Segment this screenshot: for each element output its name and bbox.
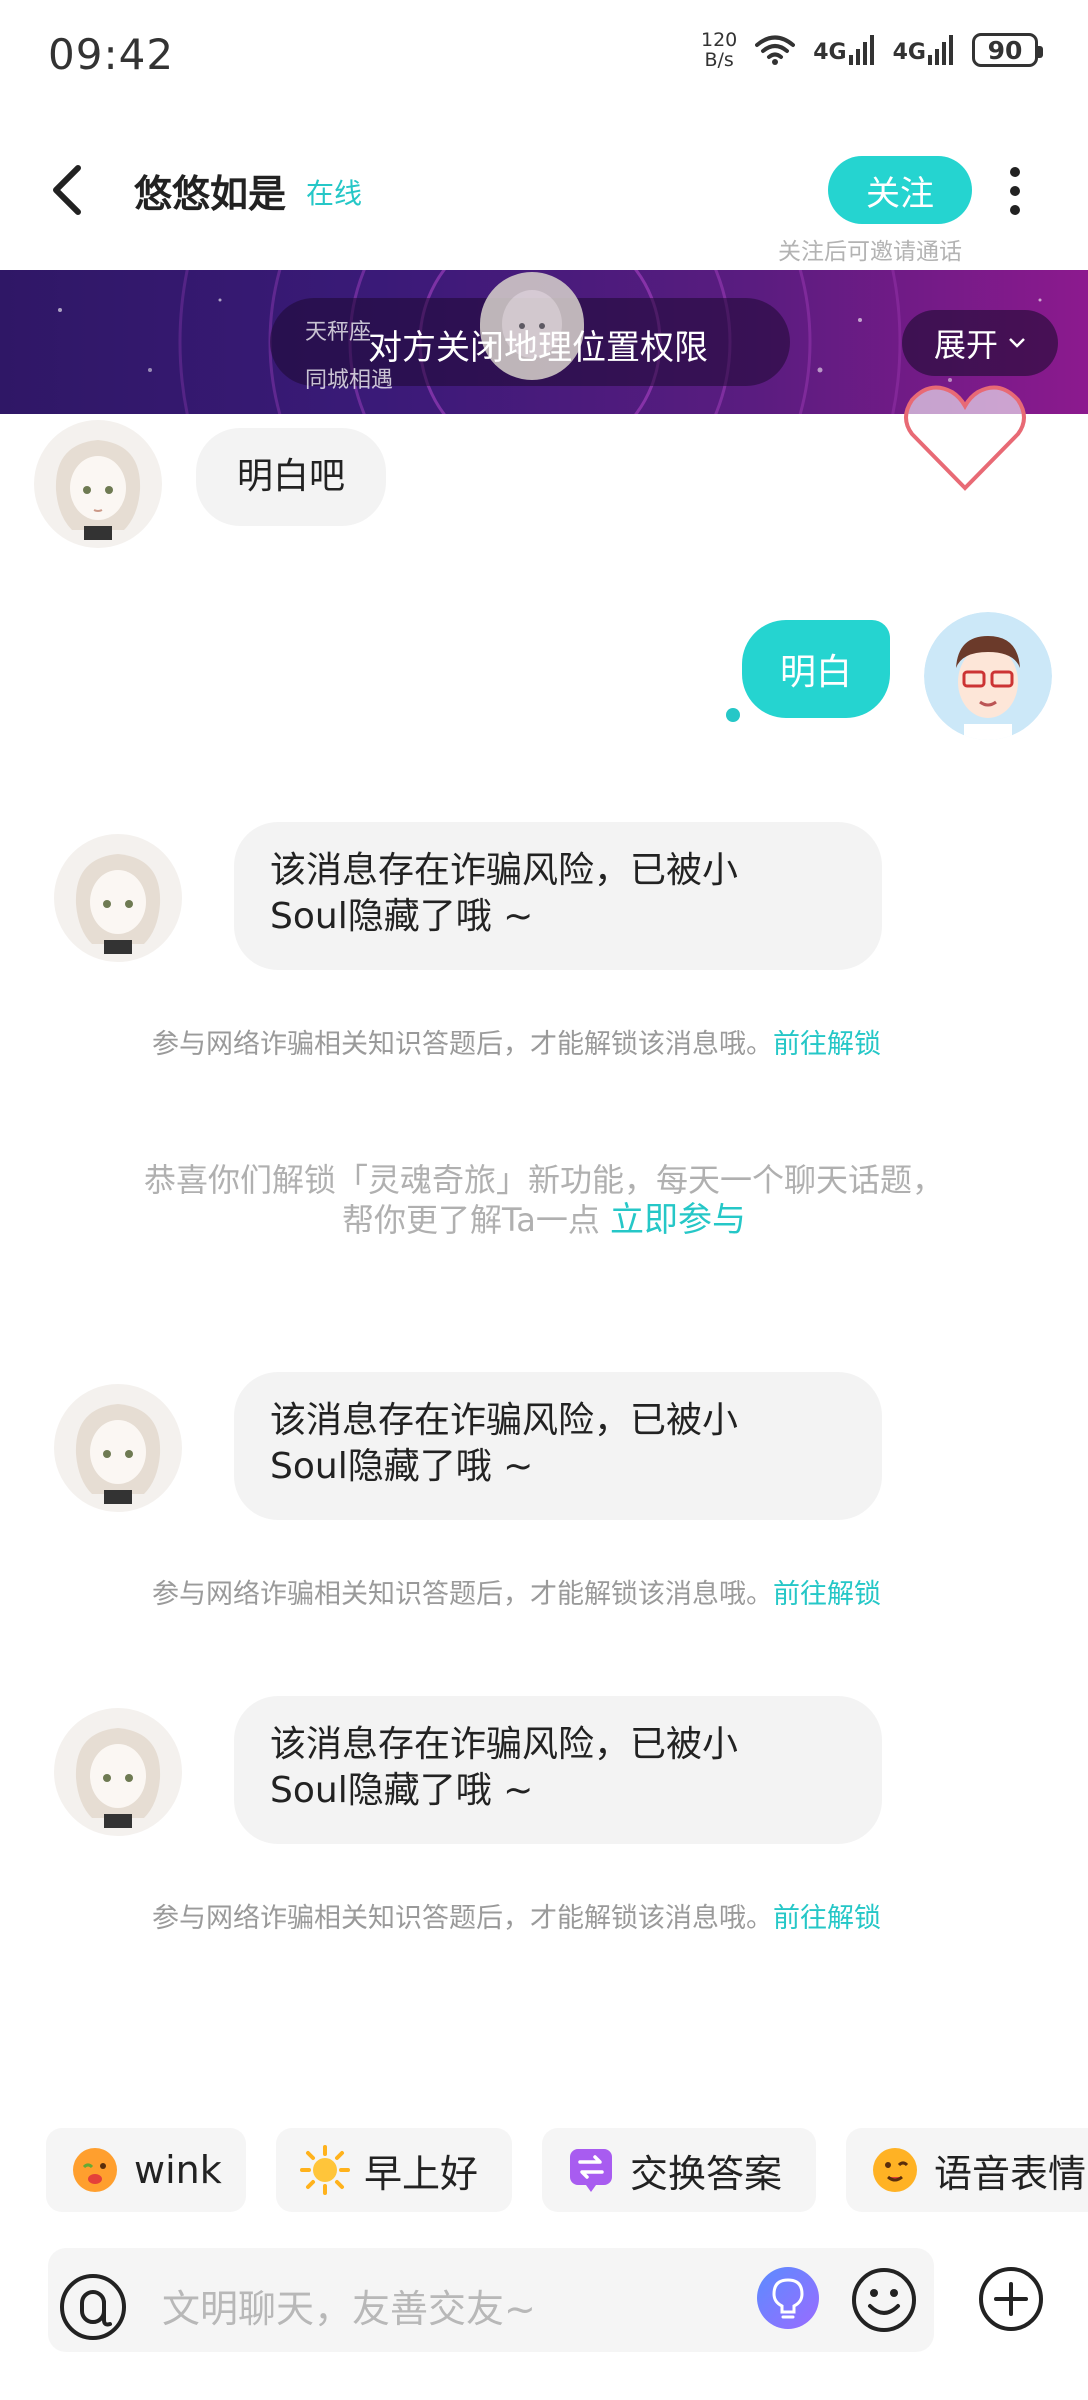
- unlock-link[interactable]: 前往解锁: [773, 1903, 881, 1934]
- battery-indicator: 90: [972, 33, 1043, 67]
- hidden-message-bubble[interactable]: 该消息存在诈骗风险，已被小 Soul隐藏了哦 ~: [234, 1696, 882, 1844]
- wink-emoji-icon: [73, 2148, 117, 2192]
- follow-hint: 关注后可邀请通话: [778, 239, 962, 265]
- read-status-dot: [726, 708, 740, 722]
- exchange-icon: [570, 2149, 612, 2192]
- wifi-icon: [755, 35, 796, 65]
- at-mention-icon[interactable]: [58, 2272, 128, 2342]
- hidden-message-line2: Soul隐藏了哦 ~: [270, 896, 534, 937]
- contact-avatar[interactable]: [54, 834, 182, 962]
- contact-avatar[interactable]: [54, 1708, 182, 1836]
- emoji-icon[interactable]: [850, 2266, 918, 2334]
- hidden-message-line1: 该消息存在诈骗风险，已被小: [270, 1724, 739, 1765]
- ai-assistant-icon[interactable]: [756, 2266, 820, 2330]
- voice-emoji-icon: [873, 2148, 917, 2192]
- sun-icon: [300, 2145, 350, 2195]
- contact-avatar[interactable]: [34, 420, 162, 548]
- expand-label: 展开: [933, 326, 998, 364]
- more-options-icon[interactable]: [1000, 164, 1030, 218]
- signal-1: 4G: [813, 35, 874, 65]
- message-bubble[interactable]: 明白吧: [196, 428, 386, 526]
- expand-button[interactable]: 展开: [902, 310, 1058, 376]
- hidden-message-bubble[interactable]: 该消息存在诈骗风险，已被小 Soul隐藏了哦 ~: [234, 822, 882, 970]
- fraud-note: 参与网络诈骗相关知识答题后，才能解锁该消息哦。前往解锁: [152, 1029, 881, 1060]
- quick-chip-voice-emoji[interactable]: 语音表情: [846, 2128, 1088, 2212]
- quick-chip-wink[interactable]: wink: [46, 2128, 246, 2212]
- network-speed: 120 B/s: [700, 29, 738, 71]
- join-now-link[interactable]: 立即参与: [610, 1200, 746, 1240]
- hidden-message-line1: 该消息存在诈骗风险，已被小: [270, 850, 739, 891]
- quick-chip-good-morning[interactable]: 早上好: [276, 2128, 512, 2212]
- online-status: 在线: [306, 177, 363, 210]
- my-message-bubble[interactable]: 明白: [742, 620, 890, 718]
- chevron-down-icon: [1009, 338, 1025, 348]
- quick-chip-exchange-answers[interactable]: 交换答案: [542, 2128, 816, 2212]
- my-avatar[interactable]: [924, 612, 1052, 740]
- status-icons: 120 B/s 4G 4G 90: [700, 29, 1043, 71]
- status-time: 09:42: [48, 30, 175, 79]
- signal-2: 4G: [893, 35, 954, 65]
- contact-avatar[interactable]: [54, 1384, 182, 1512]
- plus-icon[interactable]: [978, 2266, 1044, 2332]
- follow-button[interactable]: 关注: [828, 156, 972, 224]
- zodiac-label: 天秤座: [305, 320, 372, 345]
- signal-bars-icon: [848, 35, 874, 65]
- message-input-placeholder[interactable]: 文明聊天，友善交友~: [162, 2278, 536, 2333]
- location-permission-text: 对方关闭地理位置权限: [368, 328, 708, 368]
- system-message: 恭喜你们解锁「灵魂奇旅」新功能，每天一个聊天话题， 帮你更了解Ta一点 立即参与: [143, 1161, 944, 1240]
- hidden-message-line2: Soul隐藏了哦 ~: [270, 1446, 534, 1487]
- signal-bars-icon: [928, 35, 953, 65]
- heart-icon[interactable]: [900, 378, 1030, 498]
- hidden-message-bubble[interactable]: 该消息存在诈骗风险，已被小 Soul隐藏了哦 ~: [234, 1372, 882, 1520]
- fraud-note: 参与网络诈骗相关知识答题后，才能解锁该消息哦。前往解锁: [152, 1579, 881, 1610]
- fraud-note: 参与网络诈骗相关知识答题后，才能解锁该消息哦。前往解锁: [152, 1903, 881, 1934]
- chat-title: 悠悠如是: [134, 172, 287, 216]
- hidden-message-line1: 该消息存在诈骗风险，已被小: [270, 1400, 739, 1441]
- unlock-link[interactable]: 前往解锁: [773, 1029, 881, 1060]
- back-arrow-icon[interactable]: [44, 160, 94, 220]
- hidden-message-line2: Soul隐藏了哦 ~: [270, 1770, 534, 1811]
- unlock-link[interactable]: 前往解锁: [773, 1579, 881, 1610]
